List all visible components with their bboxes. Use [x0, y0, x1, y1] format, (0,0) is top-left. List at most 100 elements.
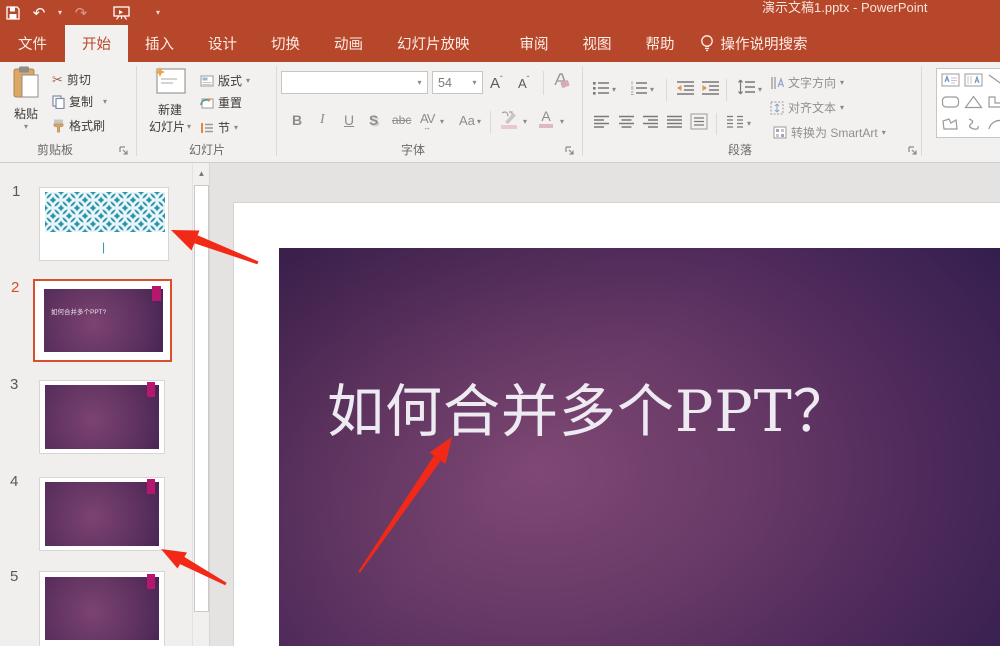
textbox-horizontal-icon[interactable] — [941, 73, 960, 87]
layout-label: 版式 — [218, 72, 242, 89]
new-slide-button[interactable]: 新建 幻灯片 ▾ — [146, 66, 194, 135]
font-name-input[interactable] — [282, 76, 412, 90]
text-highlight-button[interactable] — [499, 110, 521, 135]
text-shadow-button[interactable]: S — [369, 112, 378, 128]
line-spacing-dropdown[interactable]: ▾ — [758, 85, 762, 94]
decrease-indent-icon[interactable] — [676, 80, 695, 96]
l-shape-icon[interactable] — [987, 95, 1000, 109]
tab-home[interactable]: 开始 — [65, 25, 128, 62]
tell-me-search[interactable]: 操作说明搜索 — [700, 25, 808, 62]
align-text-button[interactable]: 对齐文本 ▾ — [770, 99, 844, 116]
paste-dropdown[interactable]: ▾ — [6, 122, 46, 131]
save-button[interactable] — [0, 2, 26, 24]
increase-indent-icon[interactable] — [701, 80, 720, 96]
rounded-rectangle-shape-icon[interactable] — [941, 95, 960, 109]
paste-button[interactable]: 粘贴 ▾ — [6, 66, 46, 131]
tab-review[interactable]: 审阅 — [503, 25, 566, 62]
customize-qat-button[interactable]: ▾ — [150, 8, 166, 17]
scribble-shape-icon[interactable] — [964, 117, 983, 131]
shapes-gallery[interactable] — [936, 68, 1000, 138]
layout-dropdown[interactable]: ▾ — [246, 76, 250, 85]
character-spacing-dropdown[interactable]: ▾ — [440, 117, 444, 126]
convert-smartart-button[interactable]: 转换为 SmartArt ▾ — [773, 124, 886, 141]
bullets-dropdown[interactable]: ▾ — [612, 85, 616, 94]
triangle-shape-icon[interactable] — [964, 95, 983, 109]
reset-button[interactable]: 重置 — [200, 94, 242, 111]
arc-shape-icon[interactable] — [987, 117, 1000, 131]
smartart-dropdown[interactable]: ▾ — [882, 128, 886, 137]
font-dialog-launcher[interactable] — [564, 145, 576, 157]
line-shape-icon[interactable] — [987, 73, 1000, 87]
window-title: 演示文稿1.pptx - PowerPoint — [762, 0, 927, 16]
slide-1-thumbnail[interactable]: | — [39, 187, 169, 261]
section-button[interactable]: 节 ▾ — [200, 119, 238, 136]
distribute-text-icon[interactable] — [690, 113, 708, 130]
character-spacing-button[interactable]: AV ↔ — [420, 111, 434, 130]
line-spacing-icon[interactable] — [737, 79, 756, 97]
underline-button[interactable]: U — [344, 112, 354, 128]
clear-formatting-button[interactable] — [551, 72, 571, 95]
tab-slideshow[interactable]: 幻灯片放映 — [380, 25, 487, 62]
tab-animations[interactable]: 动画 — [317, 25, 380, 62]
cut-button[interactable]: ✂ 剪切 — [52, 71, 91, 88]
justify-icon[interactable] — [666, 115, 683, 130]
new-slide-dropdown[interactable]: ▾ — [187, 122, 191, 131]
bullets-icon[interactable] — [592, 80, 610, 96]
align-right-icon[interactable] — [642, 115, 659, 130]
increase-font-size-button[interactable]: Aˆ — [490, 75, 503, 92]
slide-3-thumbnail[interactable] — [39, 380, 165, 454]
tab-file[interactable]: 文件 — [0, 25, 65, 62]
slide-5-thumbnail[interactable] — [39, 571, 165, 646]
font-color-button[interactable]: A — [539, 110, 553, 128]
tab-design[interactable]: 设计 — [191, 25, 254, 62]
slide-page[interactable]: 如何合并多个PPT？ — [233, 202, 1000, 646]
tab-view[interactable]: 视图 — [566, 25, 629, 62]
tab-help[interactable]: 帮助 — [629, 25, 692, 62]
section-dropdown[interactable]: ▾ — [234, 123, 238, 132]
start-slideshow-button[interactable] — [108, 2, 134, 24]
redo-button: ↷ — [68, 2, 94, 24]
font-size-input[interactable] — [433, 76, 467, 90]
text-direction-button[interactable]: 文字方向 ▾ — [770, 74, 844, 91]
slide-background-image[interactable]: 如何合并多个PPT？ — [279, 248, 1000, 646]
tab-transitions[interactable]: 切换 — [254, 25, 317, 62]
copy-dropdown[interactable]: ▾ — [103, 97, 107, 106]
bold-button[interactable]: B — [292, 112, 302, 128]
freeform-shape-icon[interactable] — [941, 117, 960, 131]
columns-icon[interactable] — [726, 115, 744, 130]
panel-scrollbar[interactable]: ▲ — [192, 163, 210, 646]
italic-button[interactable]: I — [320, 112, 325, 128]
align-text-dropdown[interactable]: ▾ — [840, 103, 844, 112]
font-name-dropdown[interactable]: ▾ — [412, 78, 427, 87]
slide-title-text[interactable]: 如何合并多个PPT？ — [327, 366, 851, 448]
change-case-button[interactable]: Aa — [459, 113, 475, 128]
paragraph-dialog-launcher[interactable] — [907, 145, 919, 157]
clipboard-dialog-launcher[interactable] — [118, 145, 130, 157]
columns-dropdown[interactable]: ▾ — [747, 119, 751, 128]
numbering-icon[interactable] — [630, 80, 648, 96]
undo-button[interactable]: ↶ — [26, 2, 52, 24]
slide-2-thumbnail-selected[interactable]: 如何合并多个PPT? — [33, 279, 172, 362]
slides-group-label: 幻灯片 — [147, 141, 267, 158]
copy-button[interactable]: 复制 ▾ — [52, 93, 107, 110]
align-center-icon[interactable] — [618, 115, 635, 130]
decrease-font-size-button[interactable]: Aˇ — [518, 75, 529, 91]
scrollbar-thumb[interactable] — [194, 185, 209, 612]
layout-button[interactable]: 版式 ▾ — [200, 72, 250, 89]
numbering-dropdown[interactable]: ▾ — [650, 85, 654, 94]
text-highlight-dropdown[interactable]: ▾ — [523, 117, 527, 126]
undo-dropdown[interactable]: ▾ — [52, 8, 68, 17]
scrollbar-up-button[interactable]: ▲ — [194, 165, 209, 183]
align-left-icon[interactable] — [593, 115, 610, 130]
slide-4-thumbnail[interactable] — [39, 477, 165, 551]
tab-insert[interactable]: 插入 — [128, 25, 191, 62]
textbox-vertical-icon[interactable] — [964, 73, 983, 87]
text-direction-dropdown[interactable]: ▾ — [840, 78, 844, 87]
font-color-dropdown[interactable]: ▾ — [560, 117, 564, 126]
strikethrough-button[interactable]: abc — [392, 113, 411, 127]
change-case-dropdown[interactable]: ▾ — [477, 117, 481, 126]
font-name-combobox[interactable]: ▾ — [281, 71, 428, 94]
format-painter-button[interactable]: 格式刷 — [52, 117, 105, 134]
font-size-combobox[interactable]: ▾ — [432, 71, 483, 94]
font-size-dropdown[interactable]: ▾ — [467, 78, 482, 87]
